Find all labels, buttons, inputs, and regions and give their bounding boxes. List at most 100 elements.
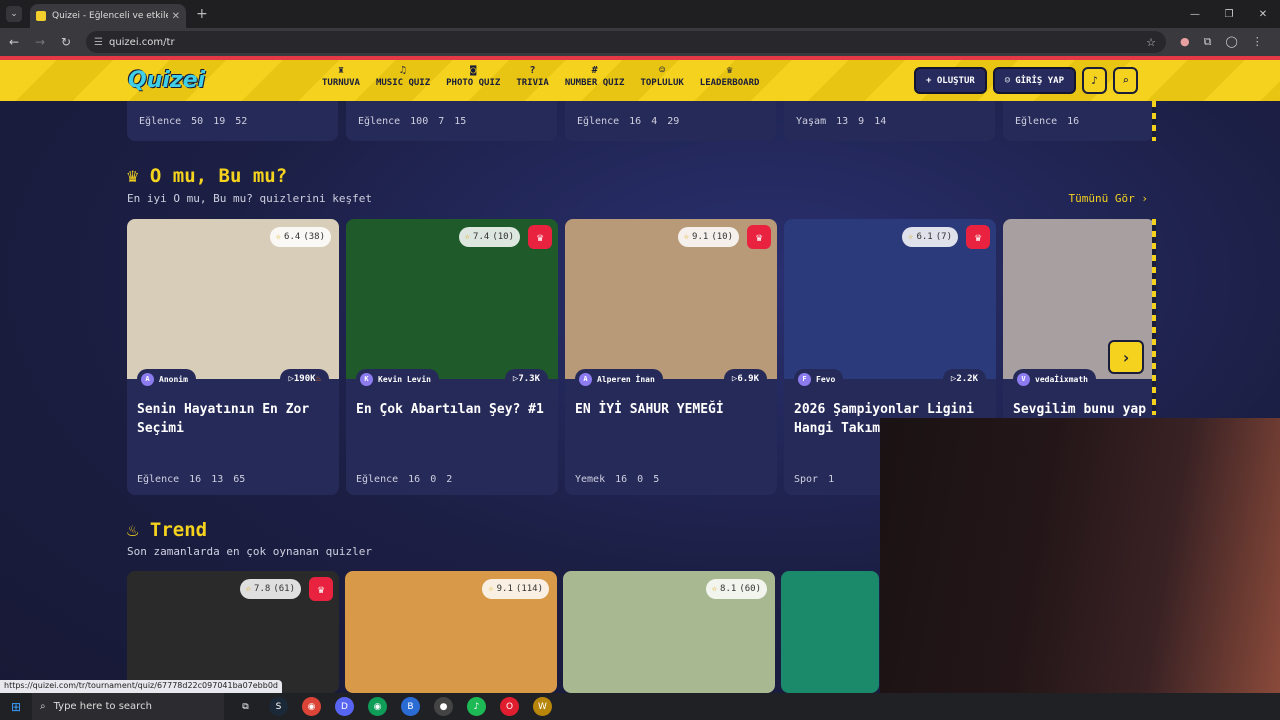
login-button[interactable]: ☺ GİRİŞ YAP [992,67,1076,94]
see-all-link[interactable]: Tümünü Gör › [1069,192,1148,205]
comment-count: 4 [651,115,658,127]
play-value: 2.2K [956,374,978,384]
app-icon[interactable]: B [401,697,420,716]
quiz-card[interactable]: ☆ 6.4 (38) A Anonim ▷ 190K ♨ Senin Hayatının E… [127,219,339,495]
forward-icon[interactable]: → [28,35,52,49]
site-logo[interactable]: Quizei [128,68,205,93]
question-count: 100 [410,115,429,127]
like-count: 52 [235,115,248,127]
stat-card[interactable]: Yaşam 13 9 14 [784,101,995,141]
author-chip[interactable]: A Anonim [137,369,196,389]
star-icon: ☆ [711,584,718,594]
nav-trivia[interactable]: ? TRIVIA [516,64,549,88]
quiz-card[interactable]: ☆ 7.4 (10) ♛ K Kevin Levin ▷ 7.3K En Çok Abartı… [346,219,558,495]
chrome-icon[interactable]: ◉ [302,697,321,716]
nav-leaderboard[interactable]: ♛ LEADERBOARD [700,64,760,88]
quiz-title[interactable]: Sevgilim bunu yap [1013,400,1155,419]
back-icon[interactable]: ← [2,35,26,49]
taskbar: ⊞ ⌕ Type here to search ⧉ S ◉ D ◉ B ● ♪ O… [0,693,1280,720]
quiz-thumbnail[interactable] [784,219,996,379]
windows-start-icon[interactable]: ⊞ [0,700,32,714]
like-count: 2 [446,474,453,485]
author-chip[interactable]: A Alperen İnan [575,369,663,389]
stat-card[interactable]: Eğlence 16 [1003,101,1153,141]
tab-close-icon[interactable]: ✕ [172,11,180,22]
medal-icon: ♛ [726,65,733,76]
quiz-thumbnail[interactable] [127,571,339,693]
close-window-button[interactable]: ✕ [1246,0,1280,28]
taskbar-apps: ⧉ S ◉ D ◉ B ● ♪ O W [236,697,552,716]
status-url: https://quizei.com/tr/tournament/quiz/67… [0,680,282,693]
trophy-icon: ♜ [337,65,344,76]
nav-topluluk[interactable]: ☺ TOPLULUK [640,64,683,88]
trend-card[interactable]: ☆ 7.8 (61) ♛ [127,571,339,693]
steam-icon[interactable]: S [269,697,288,716]
reload-icon[interactable]: ↻ [54,35,78,49]
tab-title: Quizei - Eğlenceli ve etkileşimli [52,11,168,21]
star-icon: ☆ [245,584,252,594]
task-view-icon[interactable]: ⧉ [236,697,255,716]
profile-icon[interactable]: ◯ [1225,35,1237,49]
nav-turnuva[interactable]: ♜ TURNUVA [322,64,360,88]
minimize-button[interactable]: — [1178,0,1212,28]
puzzle-icon[interactable]: ⧉ [1204,35,1212,49]
search-icon[interactable]: ⌕ [1113,67,1138,94]
taskbar-search[interactable]: ⌕ Type here to search [32,693,224,720]
author-name: vedaİixmath [1035,374,1088,384]
opera-icon[interactable]: O [500,697,519,716]
trend-card[interactable] [781,571,879,693]
author-chip[interactable]: Vvedaİixmath [1013,369,1096,389]
spotify-icon[interactable]: ♪ [467,697,486,716]
kebab-menu-icon[interactable]: ⋮ [1252,35,1263,49]
tab-search-dropdown[interactable]: ⌄ [6,6,22,22]
rating-badge: ☆ 9.1 (114) [482,579,549,599]
rating-badge: ☆ 8.1 (60) [705,579,767,599]
stat-card[interactable]: Eğlence 100 7 15 [346,101,557,141]
nav-music-quiz[interactable]: ♫ MUSIC QUIZ [376,64,430,88]
star-icon: ☆ [908,232,914,242]
user-icon: ☺ [1004,75,1011,86]
question-count: 16 [189,474,202,485]
category-tag: Eğlence [139,115,182,127]
quiz-thumbnail[interactable] [781,571,879,693]
discord-icon[interactable]: D [335,697,354,716]
bookmark-star-icon[interactable]: ☆ [1146,36,1156,49]
obs-icon[interactable]: ● [434,697,453,716]
category-tag: Eğlence [358,115,401,127]
rating-value: 8.1 [720,584,737,594]
previous-row-stats: Eğlence 50 19 52 Eğlence 100 7 15 Eğlence 16 4 29… [127,101,1153,141]
carousel-next-button[interactable]: › [1108,340,1144,374]
crown-icon: ♛ [127,165,150,187]
quiz-title[interactable]: EN İYİ SAHUR YEMEĞİ [575,400,769,419]
author-chip[interactable]: K Kevin Levin [356,369,439,389]
nav-photo-quiz[interactable]: ◙ PHOTO QUIZ [446,64,500,88]
new-tab-button[interactable]: + [196,6,208,22]
browser-tab[interactable]: Quizei - Eğlenceli ve etkileşimli ✕ [30,4,186,28]
stat-card[interactable]: Eğlence 16 4 29 [565,101,776,141]
create-button[interactable]: + OLUŞTUR [914,67,987,94]
quiz-title[interactable]: Senin Hayatının En Zor Seçimi [137,400,331,438]
trend-card[interactable]: ☆ 8.1 (60) [563,571,775,693]
address-bar[interactable]: ☰ quizei.com/tr ☆ [86,31,1166,53]
author-name: Alperen İnan [597,374,655,384]
extension-icon[interactable]: ● [1180,35,1190,49]
quiz-card[interactable]: ☆ 9.1 (10) ♛ A Alperen İnan ▷ 6.9K EN İYİ SAHUR… [565,219,777,495]
author-chip[interactable]: F Fevo [794,369,844,389]
category-tag: Eğlence [356,474,399,485]
nav-number-quiz[interactable]: # NUMBER QUIZ [565,64,625,88]
rating-votes: (61) [273,584,295,594]
quiz-thumbnail[interactable] [346,219,558,379]
game-icon[interactable]: W [533,697,552,716]
nav-label: TOPLULUK [640,78,684,88]
quiz-thumbnail[interactable] [565,219,777,379]
rating-votes: (7) [935,232,952,242]
trend-card[interactable]: ☆ 9.1 (114) [345,571,557,693]
chrome-active-icon[interactable]: ◉ [368,697,387,716]
bell-icon[interactable]: ♪ [1082,67,1107,94]
site-info-icon[interactable]: ☰ [94,37,103,48]
rating-value: 9.1 [496,584,513,594]
restore-button[interactable]: ❐ [1212,0,1246,28]
stat-card[interactable]: Eğlence 50 19 52 [127,101,338,141]
nav-label: TRIVIA [516,78,549,88]
quiz-title[interactable]: En Çok Abartılan Şey? #1 [356,400,550,419]
